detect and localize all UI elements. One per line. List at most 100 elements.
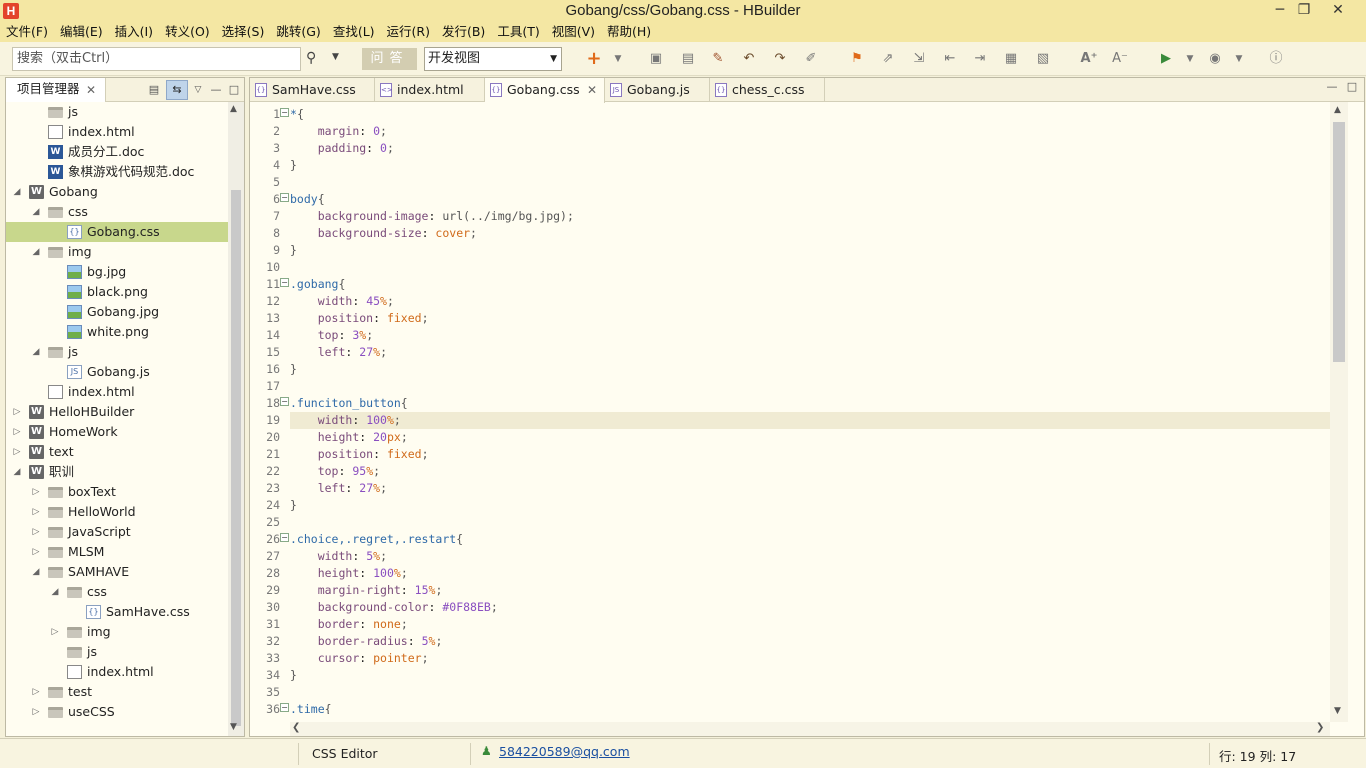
menu-item[interactable]: 工具(T) xyxy=(491,22,545,42)
code-line[interactable]: .gobang{ xyxy=(290,276,1331,293)
menu-item[interactable]: 发行(B) xyxy=(436,22,491,42)
menu-item[interactable]: 查找(L) xyxy=(327,22,381,42)
chevron-down-icon[interactable]: ▼ xyxy=(332,52,339,62)
tree-item[interactable]: ▷ HelloWorld xyxy=(6,502,228,522)
fold-toggle-icon[interactable]: − xyxy=(280,703,289,712)
code-line[interactable]: top: 95%; xyxy=(290,463,1331,480)
redo-icon[interactable]: ↷ xyxy=(771,50,789,68)
tree-item[interactable]: ◢ css xyxy=(6,582,228,602)
menu-item[interactable]: 转义(O) xyxy=(159,22,216,42)
maximize-button[interactable]: ❐ xyxy=(1290,0,1318,22)
code-line[interactable]: } xyxy=(290,497,1331,514)
scroll-down-icon[interactable]: ▼ xyxy=(230,722,237,732)
tree-item[interactable]: index.html xyxy=(6,122,228,142)
prev-icon[interactable]: ⇤ xyxy=(941,50,959,68)
expanded-arrow-icon[interactable]: ◢ xyxy=(50,582,60,602)
tree-item[interactable]: ▷ MLSM xyxy=(6,542,228,562)
tree-scrollbar[interactable]: ▲ ▼ xyxy=(228,102,244,736)
tree-scroll-thumb[interactable] xyxy=(231,190,241,726)
expanded-arrow-icon[interactable]: ◢ xyxy=(31,242,41,262)
bookmark-icon[interactable]: ⚑ xyxy=(848,50,866,68)
undo-icon[interactable]: ↶ xyxy=(740,50,758,68)
menu-item[interactable]: 文件(F) xyxy=(0,22,54,42)
collapsed-arrow-icon[interactable]: ▷ xyxy=(12,442,22,462)
code-line[interactable]: .choice,.regret,.restart{ xyxy=(290,531,1331,548)
code-line[interactable]: left: 27%; xyxy=(290,344,1331,361)
code-line[interactable]: body{ xyxy=(290,191,1331,208)
code-line[interactable]: position: fixed; xyxy=(290,446,1331,463)
collapsed-arrow-icon[interactable]: ▷ xyxy=(50,622,60,642)
scroll-right-icon[interactable]: ❯ xyxy=(1316,722,1324,733)
code-line[interactable]: top: 3%; xyxy=(290,327,1331,344)
search-icon[interactable]: ⚲ xyxy=(306,50,316,66)
tree-item[interactable]: {} Gobang.css xyxy=(6,222,228,242)
tree-item[interactable]: ◢ img xyxy=(6,242,228,262)
code-line[interactable]: background-color: #0F88EB; xyxy=(290,599,1331,616)
menu-item[interactable]: 视图(V) xyxy=(546,22,601,42)
code-area[interactable]: *{ margin: 0; padding: 0;} body{ backgrou… xyxy=(290,102,1331,714)
browser-icon[interactable]: ◉ xyxy=(1206,50,1224,68)
editor-tab[interactable]: {} chess_c.css xyxy=(710,78,825,102)
fold-toggle-icon[interactable]: − xyxy=(280,278,289,287)
search-input[interactable]: 搜索（双击Ctrl） xyxy=(12,47,301,71)
menu-item[interactable]: 编辑(E) xyxy=(54,22,109,42)
code-line[interactable]: width: 5%; xyxy=(290,548,1331,565)
user-account-link[interactable]: 584220589@qq.com xyxy=(499,744,630,759)
collapsed-arrow-icon[interactable]: ▷ xyxy=(31,702,41,722)
close-icon[interactable]: ✕ xyxy=(86,79,96,101)
tree-item[interactable]: ▷ boxText xyxy=(6,482,228,502)
menu-item[interactable]: 选择(S) xyxy=(216,22,271,42)
info-icon[interactable]: ⓘ xyxy=(1267,50,1285,68)
code-line[interactable]: border: none; xyxy=(290,616,1331,633)
tree-item[interactable]: ◢ W 职训 xyxy=(6,462,228,482)
editor-scroll-thumb[interactable] xyxy=(1333,122,1345,362)
edit-icon[interactable]: ✐ xyxy=(802,50,820,68)
scroll-up-icon[interactable]: ▲ xyxy=(230,104,237,114)
fold-toggle-icon[interactable]: − xyxy=(280,533,289,542)
font-decrease-icon[interactable]: A⁻ xyxy=(1111,50,1129,68)
code-line[interactable]: *{ xyxy=(290,106,1331,123)
tree-item[interactable]: ▷ test xyxy=(6,682,228,702)
code-line[interactable] xyxy=(290,174,1331,191)
chevron-down-icon[interactable]: ▼ xyxy=(1230,50,1248,68)
tree-item[interactable]: js xyxy=(6,642,228,662)
code-line[interactable]: margin-right: 15%; xyxy=(290,582,1331,599)
code-line[interactable]: } xyxy=(290,361,1331,378)
new-icon[interactable]: + xyxy=(585,50,603,68)
tree-item[interactable]: bg.jpg xyxy=(6,262,228,282)
code-line[interactable]: .funciton_button{ xyxy=(290,395,1331,412)
tree-item[interactable]: white.png xyxy=(6,322,228,342)
editor-horizontal-scrollbar[interactable]: ❮ ❯ xyxy=(290,722,1330,736)
code-line[interactable]: margin: 0; xyxy=(290,123,1331,140)
tree-item[interactable]: ◢ SAMHAVE xyxy=(6,562,228,582)
export-icon[interactable]: ⇲ xyxy=(910,50,928,68)
collapsed-arrow-icon[interactable]: ▷ xyxy=(12,402,22,422)
menu-item[interactable]: 跳转(G) xyxy=(270,22,326,42)
tree-item[interactable]: ▷ Wtext xyxy=(6,442,228,462)
comment-icon[interactable]: ▦ xyxy=(1002,50,1020,68)
chevron-down-icon[interactable]: ▼ xyxy=(1181,50,1199,68)
view-select[interactable]: 开发视图 ▼ xyxy=(424,47,562,71)
font-increase-icon[interactable]: A⁺ xyxy=(1080,50,1098,68)
tree-item[interactable]: ◢ W Gobang xyxy=(6,182,228,202)
code-line[interactable] xyxy=(290,259,1331,276)
code-line[interactable]: } xyxy=(290,667,1331,684)
collapsed-arrow-icon[interactable]: ▷ xyxy=(31,682,41,702)
tree-item[interactable]: ▷ img xyxy=(6,622,228,642)
menu-item[interactable]: 运行(R) xyxy=(381,22,436,42)
minimize-editor-icon[interactable]: — xyxy=(1324,79,1340,95)
minimize-panel-icon[interactable]: — xyxy=(208,82,224,98)
tree-item[interactable]: Gobang.jpg xyxy=(6,302,228,322)
run-icon[interactable]: ▶ xyxy=(1157,50,1175,68)
code-line[interactable]: .time{ xyxy=(290,701,1331,714)
expanded-arrow-icon[interactable]: ◢ xyxy=(31,202,41,222)
code-line[interactable]: } xyxy=(290,157,1331,174)
fold-toggle-icon[interactable]: − xyxy=(280,108,289,117)
expanded-arrow-icon[interactable]: ◢ xyxy=(31,342,41,362)
menu-item[interactable]: 插入(I) xyxy=(109,22,159,42)
code-line[interactable]: left: 27%; xyxy=(290,480,1331,497)
editor-tab[interactable]: JS Gobang.js xyxy=(605,78,710,102)
code-line[interactable]: height: 20px; xyxy=(290,429,1331,446)
scroll-left-icon[interactable]: ❮ xyxy=(292,722,300,733)
expanded-arrow-icon[interactable]: ◢ xyxy=(12,182,22,202)
